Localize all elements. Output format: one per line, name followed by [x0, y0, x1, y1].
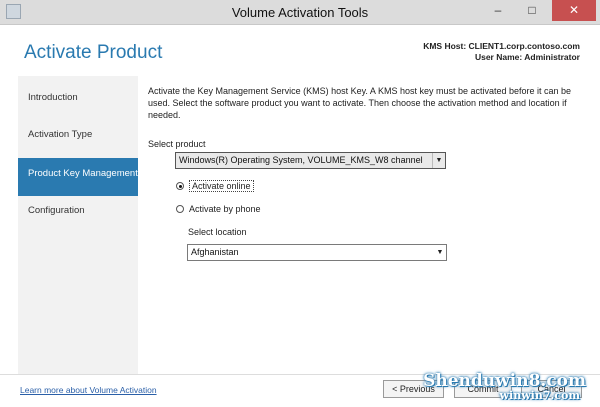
product-select-value: Windows(R) Operating System, VOLUME_KMS_…	[179, 155, 423, 165]
radio-activate-by-phone[interactable]	[176, 205, 184, 213]
window-title: Volume Activation Tools	[231, 4, 369, 20]
chevron-down-icon: ▼	[432, 153, 445, 168]
user-name-label: User Name: Administrator	[474, 52, 580, 62]
sidebar-item-product-key-management[interactable]: Product Key Management	[18, 158, 138, 196]
description-text: Activate the Key Management Service (KMS…	[148, 86, 572, 120]
sidebar-item-activation-type[interactable]: Activation Type	[18, 119, 138, 157]
page-title: Activate Product	[24, 42, 163, 63]
activate-by-phone-label: Activate by phone	[189, 204, 261, 214]
learn-more-link[interactable]: Learn more about Volume Activation	[20, 385, 157, 395]
sidebar-item-introduction[interactable]: Introduction	[18, 82, 138, 120]
kms-host-label: KMS Host: CLIENT1.corp.contoso.com	[423, 41, 580, 51]
app-icon	[6, 4, 21, 19]
activate-online-label: Activate online	[189, 180, 254, 192]
activate-by-phone-option[interactable]: Activate by phone	[176, 204, 261, 214]
product-select[interactable]: Windows(R) Operating System, VOLUME_KMS_…	[175, 152, 446, 169]
activate-online-option[interactable]: Activate online	[176, 180, 254, 192]
minimize-button[interactable]: –	[484, 0, 512, 21]
location-select[interactable]: Afghanistan ▼	[187, 244, 447, 261]
page-header: Activate Product KMS Host: CLIENT1.corp.…	[0, 25, 600, 76]
sidebar: Introduction Activation Type Product Key…	[18, 76, 138, 374]
maximize-button[interactable]: □	[518, 0, 546, 21]
title-bar: Volume Activation Tools – □ ✕	[0, 0, 600, 25]
select-product-label: Select product	[148, 139, 206, 149]
main-content: Activate the Key Management Service (KMS…	[148, 76, 588, 374]
host-info: KMS Host: CLIENT1.corp.contoso.com User …	[423, 41, 580, 63]
radio-activate-online[interactable]	[176, 182, 184, 190]
close-button[interactable]: ✕	[552, 0, 596, 21]
sidebar-item-configuration[interactable]: Configuration	[18, 195, 138, 233]
watermark: Shenduwin8.com winwin7.com	[423, 372, 586, 401]
chevron-down-icon: ▼	[436, 249, 444, 256]
location-select-value: Afghanistan	[191, 247, 239, 257]
select-location-label: Select location	[188, 227, 247, 237]
watermark-line1: Shenduwin8.com	[423, 371, 586, 391]
watermark-line2: winwin7.com	[499, 389, 580, 402]
